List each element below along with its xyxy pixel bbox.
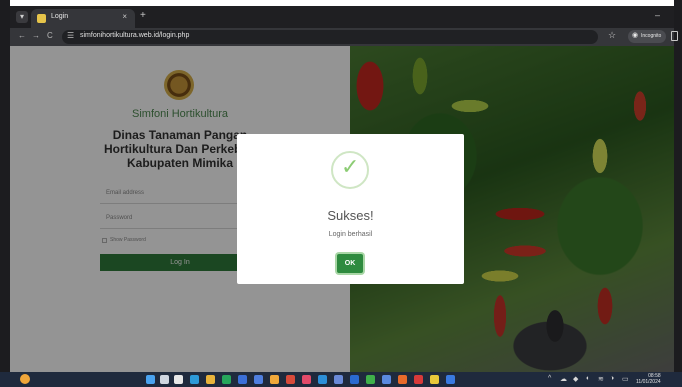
- forward-icon[interactable]: →: [32, 31, 40, 40]
- dialog-title: Sukses!: [327, 208, 374, 223]
- new-tab-button[interactable]: +: [140, 10, 146, 21]
- frame-left: [0, 0, 10, 387]
- app-icon-8[interactable]: [382, 375, 391, 384]
- tray-icon-2[interactable]: ◆: [573, 375, 578, 383]
- excel-icon[interactable]: [222, 375, 231, 384]
- file-explorer-icon[interactable]: [206, 375, 215, 384]
- wifi-icon[interactable]: ≋: [598, 375, 604, 383]
- task-view-icon[interactable]: [174, 375, 183, 384]
- tab-title: Login: [51, 13, 69, 20]
- chrome-icon[interactable]: [430, 375, 439, 384]
- incognito-badge[interactable]: ◉ Incognito: [628, 30, 666, 43]
- app-icon-10[interactable]: [414, 375, 423, 384]
- tray-icon-1[interactable]: ☁: [560, 375, 567, 383]
- browser-tab-login[interactable]: Login ×: [31, 9, 135, 28]
- ok-button[interactable]: OK: [337, 254, 363, 273]
- app-icon-7[interactable]: [366, 375, 375, 384]
- tab-search-icon[interactable]: ▾: [16, 11, 28, 23]
- volume-icon[interactable]: ◑: [610, 375, 614, 382]
- incognito-icon: ◉: [632, 32, 639, 39]
- reload-icon[interactable]: C: [47, 31, 53, 40]
- battery-icon[interactable]: ▭: [622, 375, 629, 383]
- app-icon-9[interactable]: [398, 375, 407, 384]
- start-icon[interactable]: [146, 375, 155, 384]
- app-icon-11[interactable]: [446, 375, 455, 384]
- tray-icon-3[interactable]: ◐: [586, 375, 590, 382]
- clock-date: 11/01/2024: [636, 379, 661, 385]
- site-info-icon[interactable]: ☰: [67, 31, 74, 40]
- app-icon-1[interactable]: [270, 375, 279, 384]
- frame-right: [674, 0, 682, 387]
- url-text[interactable]: simfonihortikultura.web.id/login.php: [80, 32, 189, 39]
- app-icon-2[interactable]: [286, 375, 295, 384]
- word-icon[interactable]: [238, 375, 247, 384]
- dialog-message: Login berhasil: [328, 231, 373, 238]
- app-icon-4[interactable]: [318, 375, 327, 384]
- success-dialog: ✓ Sukses! Login berhasil OK: [237, 134, 464, 284]
- minimize-button[interactable]: –: [655, 10, 660, 20]
- favicon-icon: [37, 14, 46, 23]
- checkmark-icon: ✓: [341, 155, 360, 180]
- taskbar: ^ ☁ ◆ ◐ ≋ ◑ ▭ 08:58 11/01/2024: [0, 372, 682, 387]
- app-icon-3[interactable]: [302, 375, 311, 384]
- app-icon-5[interactable]: [334, 375, 343, 384]
- screen: ▾ Login × + – ← → C ☰ simfonihortikultur…: [0, 0, 682, 387]
- search-icon[interactable]: [160, 375, 169, 384]
- tray-expand-icon[interactable]: ^: [548, 375, 551, 382]
- app-icon-6[interactable]: [350, 375, 359, 384]
- word-doc-icon[interactable]: [254, 375, 263, 384]
- browser-tab-strip: ▾ Login × + –: [10, 6, 674, 28]
- bookmark-star-icon[interactable]: ☆: [608, 30, 616, 41]
- weather-icon[interactable]: [20, 374, 30, 384]
- page-content: Simfoni Hortikultura Dinas Tanaman Panga…: [10, 46, 674, 372]
- tab-close-icon[interactable]: ×: [122, 12, 127, 21]
- incognito-label: Incognito: [641, 33, 662, 39]
- side-panel-icon[interactable]: [671, 31, 678, 41]
- browser-toolbar: ← → C ☰ simfonihortikultura.web.id/login…: [10, 28, 678, 46]
- edge-icon[interactable]: [190, 375, 199, 384]
- clock[interactable]: 08:58 11/01/2024: [636, 373, 661, 385]
- success-icon: ✓: [331, 151, 369, 189]
- address-bar[interactable]: ☰ simfonihortikultura.web.id/login.php: [62, 30, 598, 44]
- back-icon[interactable]: ←: [18, 31, 26, 40]
